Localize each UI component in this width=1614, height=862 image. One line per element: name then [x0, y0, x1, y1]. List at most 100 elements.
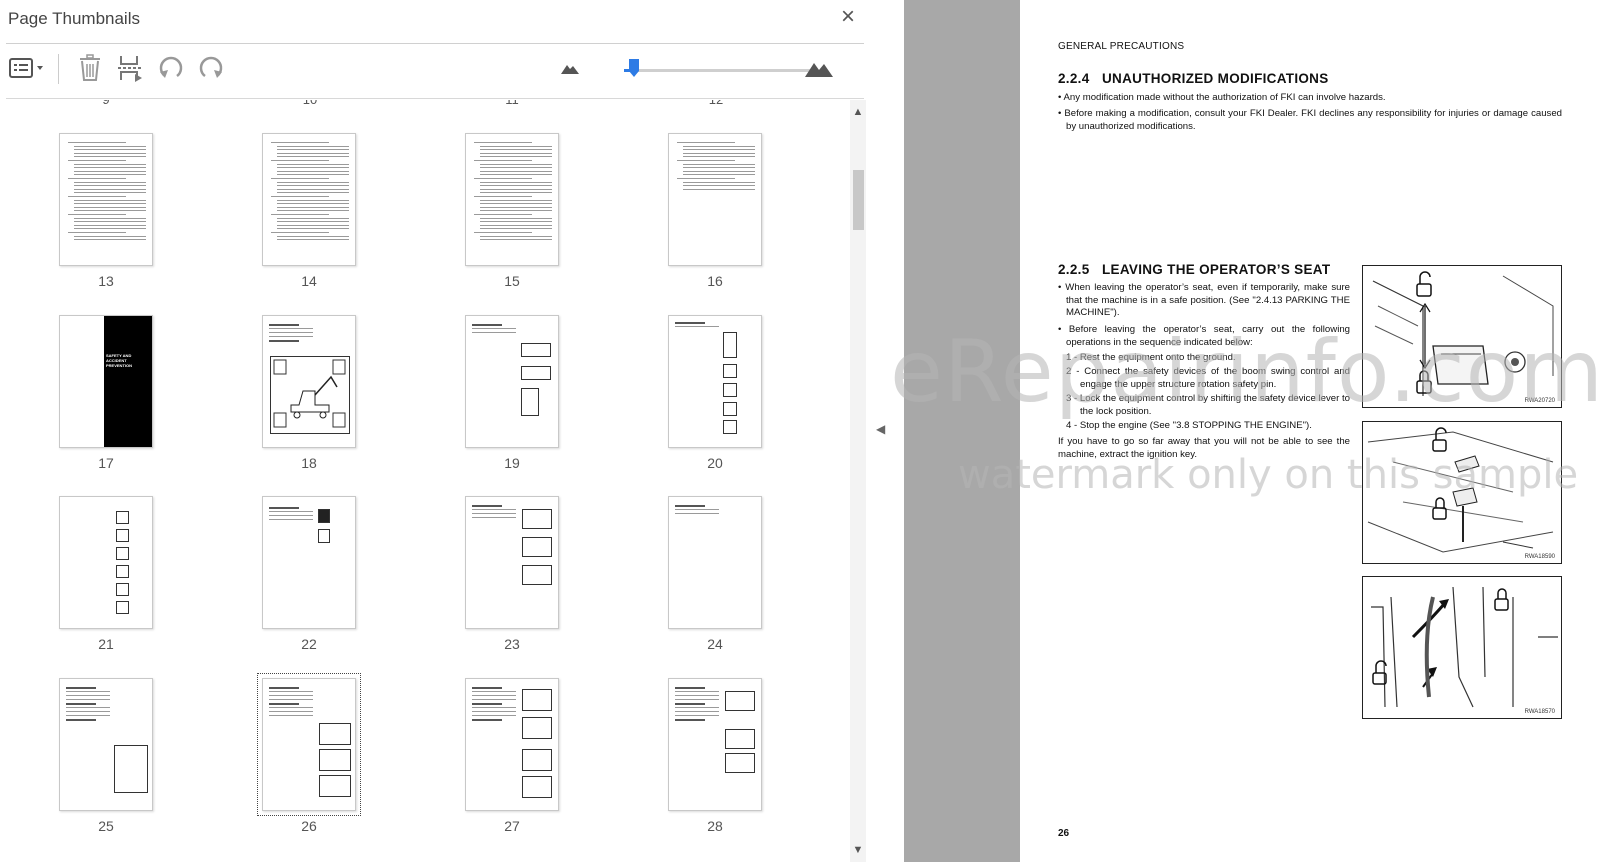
page-thumbnail-28[interactable]	[668, 678, 762, 811]
thumbnail-text-line	[683, 188, 755, 190]
page-number-label: 25	[98, 818, 114, 834]
page-number-label: 18	[301, 455, 317, 471]
thumbnail-text-line	[74, 167, 146, 169]
page-number-label: 26	[301, 818, 317, 834]
thumbnail-text-line	[277, 224, 349, 226]
thumbnail-text-line	[683, 163, 755, 165]
delete-pages-button[interactable]	[76, 50, 104, 86]
options-menu-button[interactable]	[6, 50, 48, 86]
page-thumbnail-13[interactable]	[59, 133, 153, 266]
thumbnail-text-line	[269, 715, 313, 716]
thumbnail-text-line	[677, 142, 735, 143]
thumbnail-pictogram	[521, 366, 551, 380]
thumbnail-toolbar	[0, 50, 858, 92]
thumbnail-text-line	[480, 199, 552, 201]
thumbnail-text-line	[472, 509, 516, 510]
thumbnail-text-line	[74, 192, 146, 194]
thumbnail-text-line	[480, 203, 552, 205]
thumbnail-text-line	[277, 221, 349, 223]
bullet-item: • Any modification made without the auth…	[1058, 92, 1386, 103]
page-thumbnail-16[interactable]	[668, 133, 762, 266]
thumbnail-text-line	[675, 695, 719, 696]
thumbnail-pictogram	[723, 364, 737, 378]
thumbnail-text-line	[277, 239, 349, 241]
page-thumbnail-15[interactable]	[465, 133, 559, 266]
thumbnail-text-line	[480, 163, 552, 165]
page-thumbnail-26-current[interactable]	[257, 673, 361, 816]
thumbnail-pictogram	[116, 529, 129, 542]
thumbnail-text-line	[472, 703, 502, 705]
thumbnail-scrollbar[interactable]: ▲ ▼	[850, 100, 866, 862]
thumbnail-pictogram	[723, 332, 737, 358]
page-thumbnail-24[interactable]	[668, 496, 762, 629]
scroll-up-arrow-icon[interactable]: ▲	[850, 104, 866, 120]
zoom-in-button[interactable]	[804, 50, 834, 86]
page-number-label: 20	[707, 455, 723, 471]
thumbnail-text-line	[675, 513, 719, 514]
thumbnail-text-line	[472, 711, 516, 712]
page-number-label: 22	[301, 636, 317, 652]
figure-code: RWA18590	[1524, 554, 1555, 560]
thumbnail-text-line	[683, 156, 755, 158]
page-thumbnail-23[interactable]	[465, 496, 559, 629]
close-panel-button[interactable]: ×	[836, 5, 860, 30]
thumbnail-text-line	[677, 178, 735, 179]
thumbnail-text-line	[68, 142, 126, 143]
page-thumbnail-25[interactable]	[59, 678, 153, 811]
thumbnail-text-line	[683, 152, 755, 154]
thumbnail-pictogram	[522, 749, 552, 771]
thumbnail-text-line	[68, 232, 126, 233]
thumbnail-text-line	[269, 324, 299, 326]
thumbnail-text-line	[74, 217, 146, 219]
page-thumbnails-panel: Page Thumbnails × 13 14 15 16 SAFETY AND…	[0, 0, 866, 862]
thumbnail-text-line	[472, 505, 502, 507]
insert-pages-button[interactable]	[116, 50, 144, 86]
page-thumbnail-27[interactable]	[465, 678, 559, 811]
scrollbar-thumb[interactable]	[853, 170, 864, 230]
thumbnail-text-line	[480, 235, 552, 237]
thumbnail-text-line	[480, 145, 552, 147]
thumbnail-text-line	[277, 210, 349, 212]
scroll-down-arrow-icon[interactable]: ▼	[850, 842, 866, 858]
figure-control-lever: RWA18570	[1362, 576, 1562, 719]
thumbnail-text-line	[472, 719, 502, 721]
thumbnail-pictogram	[725, 729, 755, 749]
closing-paragraph: If you have to go so far away that you w…	[1058, 436, 1350, 460]
page-thumbnail-21[interactable]	[59, 496, 153, 629]
page-thumbnail-22[interactable]	[262, 496, 356, 629]
page-thumbnail-19[interactable]	[465, 315, 559, 448]
thumbnail-grid: 9 10 11 12 13 14 15 16 SAFETY AND ACCIDE…	[0, 100, 850, 862]
thumbnail-text-line	[675, 326, 719, 327]
collapse-panel-arrow-icon[interactable]: ◀	[876, 422, 888, 436]
thumbnail-text-line	[269, 328, 313, 329]
page-number-label: 14	[301, 273, 317, 289]
thumbnail-text-line	[269, 695, 313, 696]
thumbnail-text-line	[683, 170, 755, 172]
thumbnail-text-line	[74, 239, 146, 241]
page-thumbnail-17[interactable]: SAFETY AND ACCIDENT PREVENTION	[59, 315, 153, 448]
zoom-slider-track[interactable]	[624, 69, 814, 72]
rotate-counterclockwise-button[interactable]	[156, 50, 186, 86]
rotate-clockwise-icon	[199, 56, 223, 78]
thumbnail-text-line	[269, 332, 313, 333]
thumbnail-text-line	[271, 232, 329, 233]
page-thumbnail-20[interactable]	[668, 315, 762, 448]
zoom-out-button[interactable]	[560, 50, 580, 86]
thumbnail-text-line	[472, 695, 516, 696]
figure-code: RWA18570	[1524, 709, 1555, 715]
thumbnail-text-line	[474, 232, 532, 233]
zoom-slider-thumb[interactable]	[628, 58, 640, 78]
thumbnail-text-line	[480, 152, 552, 154]
rotate-clockwise-button[interactable]	[196, 50, 226, 86]
page-number-label: 24	[707, 636, 723, 652]
thumbnail-text-line	[271, 196, 329, 197]
panel-splitter[interactable]: ◀	[870, 0, 904, 862]
page-thumbnail-18[interactable]	[262, 315, 356, 448]
thumbnail-pictogram	[521, 343, 551, 357]
thumbnail-text-line	[480, 228, 552, 230]
thumbnail-text-line	[480, 210, 552, 212]
page-thumbnail-14[interactable]	[262, 133, 356, 266]
title-divider	[6, 43, 864, 44]
section-title: LEAVING THE OPERATOR’S SEAT	[1102, 262, 1331, 277]
thumbnail-text-line	[269, 515, 313, 516]
